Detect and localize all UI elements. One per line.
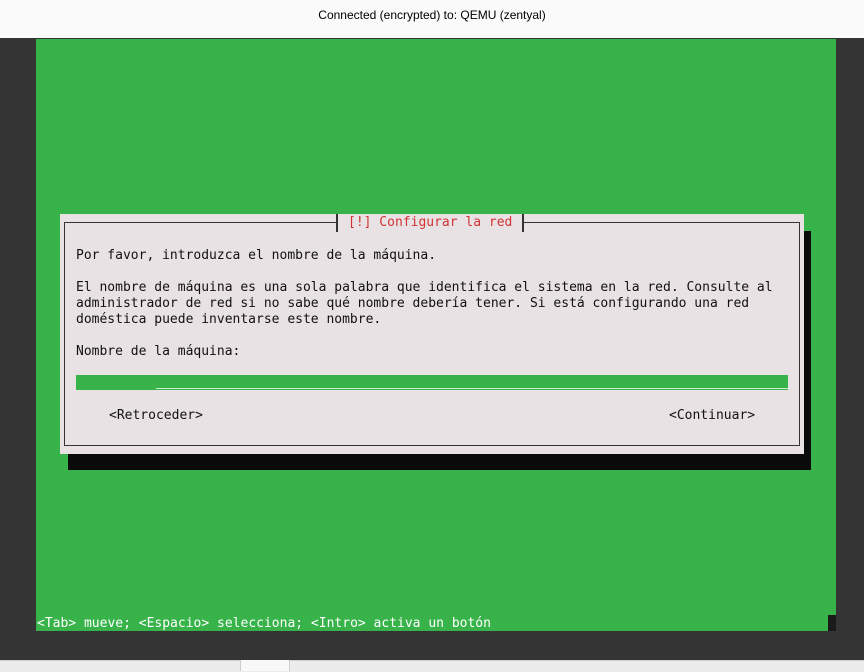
installer-console[interactable]: [!] Configurar la red Por favor, introdu… — [36, 39, 836, 631]
description-line-3: doméstica puede inventarse este nombre. — [76, 312, 382, 327]
description-line-2: administrador de red si no sabe qué nomb… — [76, 296, 750, 311]
configure-network-dialog: [!] Configurar la red Por favor, introdu… — [60, 214, 804, 454]
bottom-bar-tab[interactable] — [240, 660, 290, 671]
back-button[interactable]: <Retroceder> — [109, 408, 203, 424]
keyboard-help-line: <Tab> mueve; <Espacio> selecciona; <Intr… — [37, 616, 491, 631]
hostname-input[interactable]: zentyal64 — [76, 375, 788, 390]
input-underline — [156, 388, 788, 389]
continue-button[interactable]: <Continuar> — [669, 408, 755, 424]
hostname-field-label: Nombre de la máquina: — [76, 344, 241, 359]
console-edge — [828, 615, 836, 631]
hostname-prompt: Por favor, introduzca el nombre de la má… — [76, 248, 437, 263]
connection-title: Connected (encrypted) to: QEMU (zentyal) — [318, 8, 546, 22]
dialog-title: [!] Configurar la red — [336, 214, 525, 232]
bottom-bar — [0, 660, 864, 672]
description-line-1: El nombre de máquina es una sola palabra… — [76, 280, 773, 295]
vnc-title-bar: Connected (encrypted) to: QEMU (zentyal) — [0, 0, 864, 39]
